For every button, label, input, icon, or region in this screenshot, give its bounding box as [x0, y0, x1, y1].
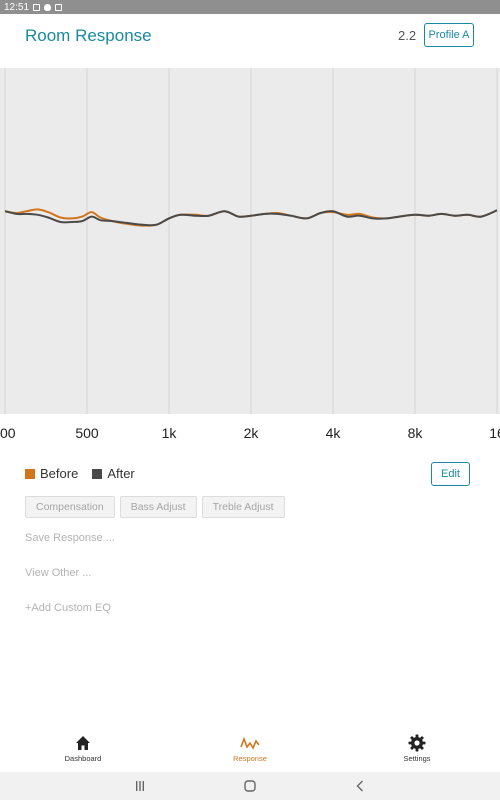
save-response-link[interactable]: Save Response ... [25, 532, 115, 544]
image-notification-icon [33, 3, 41, 11]
bass-adjust-chip[interactable]: Bass Adjust [119, 496, 197, 518]
room-response-chart: 00 500 1k 2k 4k 8k 16 [0, 68, 500, 452]
gear-icon [408, 734, 426, 752]
after-swatch [92, 468, 103, 479]
x-tick-label: 500 [75, 425, 99, 441]
x-tick-label: 2k [244, 425, 260, 441]
x-tick-label: 4k [326, 425, 342, 441]
chart-legend: Before After [25, 466, 141, 481]
add-custom-eq-link[interactable]: +Add Custom EQ [25, 602, 111, 614]
system-navigation [0, 772, 500, 800]
version-label: 2.2 [398, 28, 417, 43]
status-time: 12:51 [4, 1, 30, 13]
x-tick-label: 1k [162, 425, 178, 441]
legend-label-before: Before [40, 466, 79, 481]
adjust-chips: Compensation Bass Adjust Treble Adjust [25, 496, 285, 518]
nav-label-dashboard: Dashboard [64, 754, 102, 763]
profile-button[interactable]: Profile A [424, 23, 474, 47]
nav-response[interactable]: Response [210, 734, 290, 772]
legend-item-before: Before [25, 466, 78, 481]
x-tick-label: 16 [489, 425, 500, 441]
page-title: Room Response [25, 26, 152, 45]
nav-label-response: Response [233, 754, 267, 763]
x-tick-label: 8k [408, 425, 424, 441]
bottom-navigation: Dashboard Response Settings [0, 734, 500, 772]
nav-label-settings: Settings [403, 754, 431, 763]
home-icon [76, 736, 90, 750]
status-bar: 12:51 [0, 0, 500, 14]
legend-item-after: After [92, 466, 135, 481]
treble-adjust-chip[interactable]: Treble Adjust [201, 496, 285, 518]
view-other-link[interactable]: View Other ... [25, 567, 91, 579]
edit-button[interactable]: Edit [431, 462, 470, 486]
before-swatch [25, 468, 35, 479]
nav-settings[interactable]: Settings [377, 734, 457, 772]
home-button-icon[interactable] [244, 780, 256, 792]
back-icon[interactable] [356, 780, 364, 792]
recents-icon[interactable] [135, 781, 145, 791]
clipboard-notification-icon [55, 3, 63, 11]
chart-svg: 00 500 1k 2k 4k 8k 16 [0, 68, 500, 441]
nav-dashboard[interactable]: Dashboard [43, 734, 123, 772]
plot-area [0, 68, 500, 414]
legend-label-after: After [107, 466, 135, 481]
waveform-icon [240, 736, 260, 750]
compensation-chip[interactable]: Compensation [25, 496, 115, 518]
x-tick-label: 00 [0, 425, 16, 441]
shield-notification-icon [44, 3, 52, 11]
